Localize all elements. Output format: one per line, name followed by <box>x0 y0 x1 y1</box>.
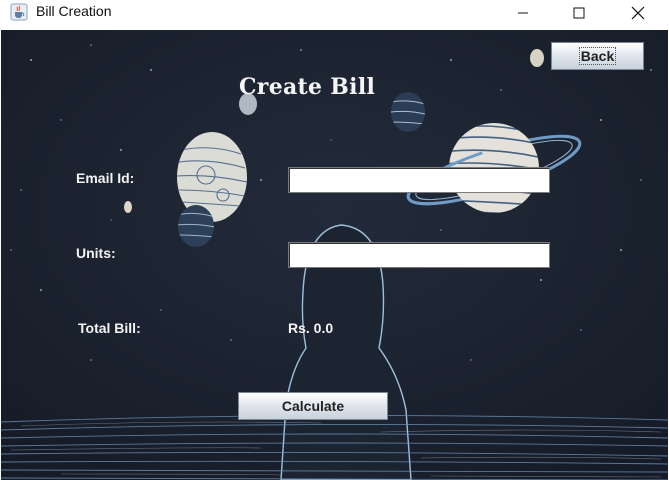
window-titlebar: Bill Creation <box>0 0 669 30</box>
maximize-button[interactable] <box>556 0 602 26</box>
total-bill-label: Total Bill: <box>78 320 141 336</box>
minimize-icon <box>518 12 528 14</box>
email-field[interactable] <box>288 167 550 193</box>
java-coffee-cup-icon <box>10 3 28 21</box>
close-button[interactable] <box>615 0 661 26</box>
minimize-button[interactable] <box>500 0 546 26</box>
page-title: Create Bill <box>239 74 376 100</box>
units-label: Units: <box>76 245 116 261</box>
window-title: Bill Creation <box>36 3 112 19</box>
email-label: Email Id: <box>76 170 135 186</box>
back-button[interactable]: Back <box>551 42 644 70</box>
content-panel: Create Bill Back Email Id: Units: Total … <box>1 30 668 480</box>
units-field[interactable] <box>288 242 550 268</box>
back-button-label: Back <box>578 47 617 65</box>
total-bill-value: Rs. 0.0 <box>288 320 334 336</box>
maximize-icon <box>573 7 585 19</box>
close-icon <box>631 6 645 20</box>
calculate-button[interactable]: Calculate <box>238 392 388 420</box>
